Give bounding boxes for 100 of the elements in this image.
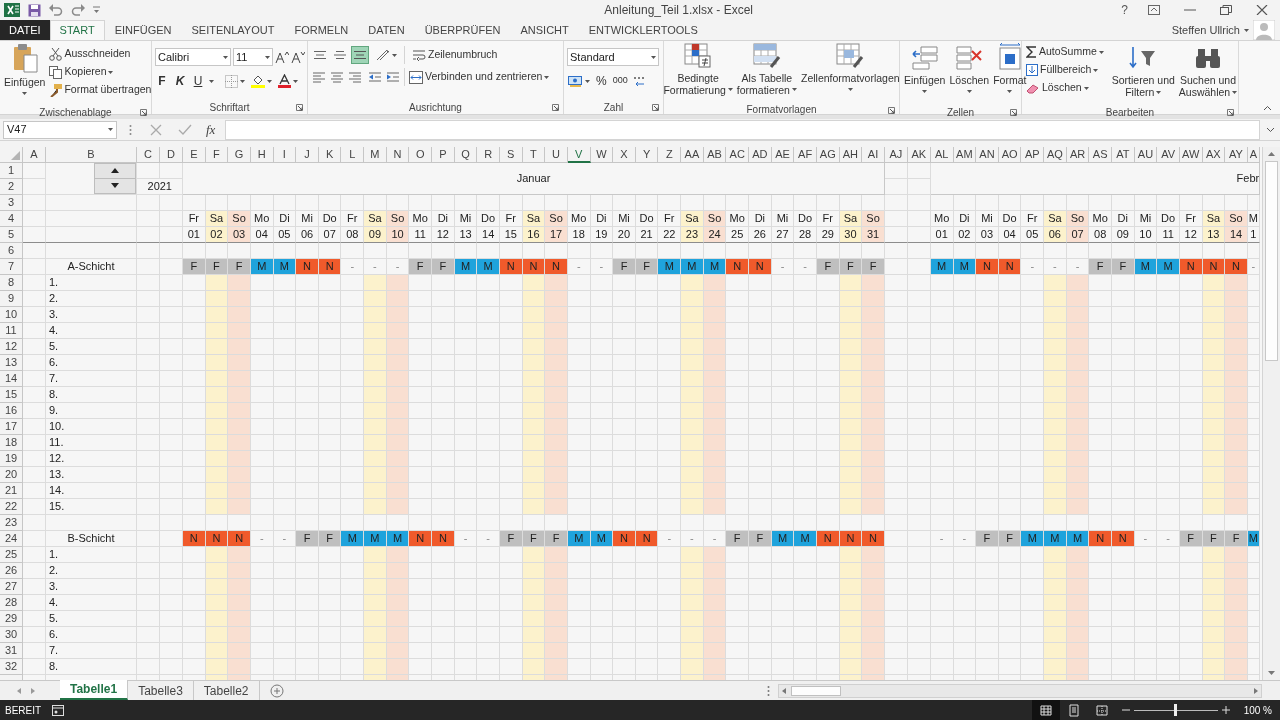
row-header[interactable]: 30 [0,627,23,643]
column-header[interactable]: AJ [884,147,908,163]
sort-filter-button[interactable]: Sortieren und Filtern [1110,43,1176,105]
row-header[interactable]: 13 [0,355,23,371]
ribbon-tab[interactable]: FORMELN [284,20,359,40]
paste-button[interactable]: Einfügen [3,43,47,105]
cell-styles-button[interactable]: Zellenformatvorlagen [799,40,901,103]
column-header[interactable]: Z [658,147,682,163]
column-header[interactable]: J [296,147,319,163]
number-format-dropdown[interactable]: Standard [567,48,659,66]
column-header[interactable]: V [567,147,591,163]
zoom-level-text[interactable]: 100 % [1235,702,1280,718]
cut-button[interactable]: Ausschneiden [48,45,153,63]
column-header[interactable]: X [613,147,636,163]
column-header[interactable]: AU [1134,147,1158,163]
column-header[interactable]: AB [703,147,727,163]
wrap-text-button[interactable]: Zeilenumbruch [411,46,499,64]
ribbon-tab[interactable]: START [49,20,105,40]
fill-button[interactable]: Füllbereich [1025,61,1105,79]
column-header[interactable]: AD [749,147,772,163]
user-account-button[interactable]: Steffen Ullrich [1171,20,1253,40]
copy-button[interactable]: Kopieren [48,63,153,81]
format-cells-button[interactable]: Format [992,43,1028,105]
row-header[interactable]: 26 [0,563,23,579]
thousands-separator-button[interactable]: 000 [611,74,629,88]
column-header[interactable]: O [409,147,433,163]
row-header[interactable]: 31 [0,643,23,659]
row-header[interactable]: 7 [0,259,23,275]
ribbon-tab[interactable]: SEITENLAYOUT [181,20,285,40]
column-header[interactable]: W [590,147,614,163]
row-header[interactable]: 29 [0,611,23,627]
name-box[interactable]: V47 [3,120,117,139]
format-painter-button[interactable]: Format übertragen [48,81,153,99]
column-header[interactable]: H [250,147,274,163]
column-header[interactable]: AN [976,147,999,163]
column-header[interactable]: R [477,147,500,163]
column-header[interactable]: AH [839,147,863,163]
row-header[interactable]: 23 [0,515,23,531]
ribbon-tab[interactable]: EINFÜGEN [104,20,182,40]
column-header[interactable]: Y [635,147,659,163]
ribbon-tab[interactable]: ANSICHT [510,20,579,40]
file-menu-button[interactable]: DATEI [0,20,50,40]
row-header[interactable]: 32 [0,659,23,675]
row-header[interactable]: 28 [0,595,23,611]
column-header[interactable]: AY [1225,147,1248,163]
row-header[interactable]: 12 [0,339,23,355]
row-header[interactable]: 9 [0,291,23,307]
row-header[interactable]: 17 [0,419,23,435]
row-header[interactable]: 10 [0,307,23,323]
row-header[interactable]: 2 [0,179,23,195]
percent-button[interactable]: % [595,72,608,90]
row-header[interactable]: 3 [0,195,23,211]
row-header[interactable]: 22 [0,499,23,515]
column-header[interactable]: C [137,147,160,163]
column-header[interactable]: F [205,147,229,163]
row-header[interactable]: 27 [0,579,23,595]
insert-function-button[interactable]: fx [202,119,220,140]
delete-cells-button[interactable]: Löschen [948,43,991,105]
font-size-dropdown[interactable]: 11 [233,48,273,66]
column-header[interactable]: AC [726,147,749,163]
row-header[interactable]: 15 [0,387,23,403]
find-select-button[interactable]: Suchen und Auswählen [1177,43,1239,105]
column-header[interactable]: A [23,147,46,163]
column-header[interactable]: AK [907,147,931,163]
column-header[interactable]: AV [1157,147,1180,163]
column-header[interactable]: I [273,147,297,163]
column-header[interactable]: AL [930,147,954,163]
row-header[interactable]: 1 [0,163,23,179]
row-header[interactable]: 25 [0,547,23,563]
sheet-tab[interactable]: Tabelle1 [60,680,129,700]
column-header[interactable]: B [46,147,137,163]
column-header[interactable]: AP [1021,147,1045,163]
italic-button[interactable]: K [173,73,187,89]
column-header[interactable]: G [228,147,251,163]
column-header[interactable]: Q [454,147,478,163]
column-header[interactable]: AR [1066,147,1090,163]
ribbon-tab[interactable]: ÜBERPRÜFEN [414,20,511,40]
column-header[interactable]: AW [1179,147,1203,163]
column-header[interactable]: AF [794,147,817,163]
row-header[interactable]: 20 [0,467,23,483]
ribbon-tab[interactable]: ENTWICKLERTOOLS [578,20,708,40]
ribbon-tab[interactable]: DATEN [358,20,415,40]
bold-button[interactable]: F [155,73,169,89]
column-header[interactable]: P [432,147,455,163]
column-header[interactable]: S [499,147,523,163]
column-header[interactable]: AS [1089,147,1112,163]
column-header[interactable]: M [364,147,387,163]
row-header[interactable]: 5 [0,227,23,243]
merge-center-button[interactable]: Verbinden und zentrieren [408,68,551,86]
column-header[interactable]: AA [681,147,704,163]
column-header[interactable]: AX [1202,147,1226,163]
row-header[interactable]: 21 [0,483,23,499]
column-header[interactable]: AI [862,147,885,163]
underline-button[interactable]: U [191,73,205,89]
column-header[interactable]: E [183,147,206,163]
autosum-button[interactable]: AutoSumme [1025,43,1105,61]
column-header[interactable]: U [545,147,568,163]
column-header[interactable]: AG [816,147,840,163]
format-as-table-button[interactable]: Als Tabelle formatieren [735,40,798,103]
column-header[interactable]: AM [953,147,977,163]
